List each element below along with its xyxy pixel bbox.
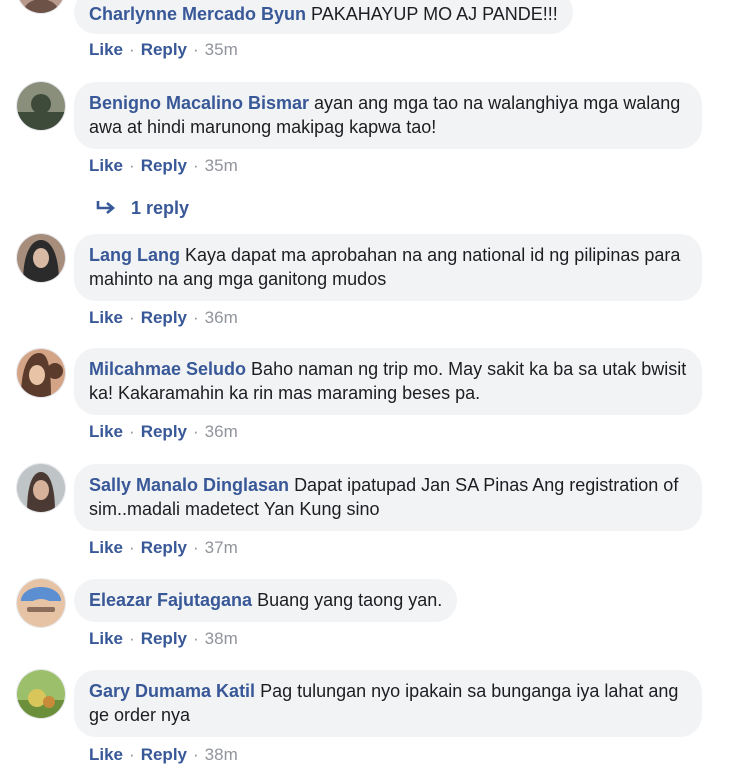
reply-button[interactable]: Reply: [141, 422, 187, 441]
comment-timestamp[interactable]: 35m: [205, 40, 238, 59]
reply-button[interactable]: Reply: [141, 538, 187, 557]
reply-button[interactable]: Reply: [141, 629, 187, 648]
comment-actions: Like · Reply · 36m: [89, 308, 238, 328]
like-button[interactable]: Like: [89, 156, 123, 175]
comment-bubble: Lang Lang Kaya dapat ma aprobahan na ang …: [74, 234, 702, 301]
comment-author[interactable]: Eleazar Fajutagana: [89, 590, 252, 610]
separator: ·: [129, 422, 135, 441]
reply-arrow-icon: [95, 199, 117, 222]
comment-bubble: Benigno Macalino Bismar ayan ang mga tao …: [74, 82, 702, 149]
comment-timestamp[interactable]: 35m: [205, 156, 238, 175]
separator: ·: [129, 156, 135, 175]
comment-actions: Like · Reply · 35m: [89, 156, 238, 176]
comment-author[interactable]: Charlynne Mercado Byun: [89, 4, 306, 24]
separator: ·: [129, 538, 135, 557]
like-button[interactable]: Like: [89, 422, 123, 441]
comment-actions: Like · Reply · 38m: [89, 629, 238, 649]
like-button[interactable]: Like: [89, 745, 123, 764]
separator: ·: [129, 745, 135, 764]
comment-timestamp[interactable]: 38m: [205, 745, 238, 764]
comment-timestamp[interactable]: 36m: [205, 308, 238, 327]
separator: ·: [193, 629, 199, 648]
separator: ·: [193, 156, 199, 175]
comment-author[interactable]: Gary Dumama Katil: [89, 681, 255, 701]
separator: ·: [193, 422, 199, 441]
separator: ·: [193, 40, 199, 59]
separator: ·: [193, 538, 199, 557]
separator: ·: [129, 40, 135, 59]
avatar[interactable]: [16, 233, 66, 283]
reply-button[interactable]: Reply: [141, 745, 187, 764]
comment-bubble: Charlynne Mercado Byun PAKAHAYUP MO AJ PA…: [74, 0, 573, 34]
separator: ·: [129, 629, 135, 648]
comment-bubble: Gary Dumama Katil Pag tulungan nyo ipakai…: [74, 670, 702, 737]
comment-bubble: Sally Manalo Dinglasan Dapat ipatupad Jan…: [74, 464, 702, 531]
avatar[interactable]: [16, 669, 66, 719]
avatar[interactable]: [16, 81, 66, 131]
comment-timestamp[interactable]: 38m: [205, 629, 238, 648]
view-replies-link[interactable]: 1 reply: [95, 197, 189, 222]
avatar[interactable]: [16, 578, 66, 628]
like-button[interactable]: Like: [89, 538, 123, 557]
view-replies-label[interactable]: 1 reply: [131, 198, 189, 218]
reply-button[interactable]: Reply: [141, 40, 187, 59]
comment-author[interactable]: Benigno Macalino Bismar: [89, 93, 309, 113]
avatar[interactable]: [16, 348, 66, 398]
comment-timestamp[interactable]: 36m: [205, 422, 238, 441]
comment-author[interactable]: Sally Manalo Dinglasan: [89, 475, 289, 495]
comment-timestamp[interactable]: 37m: [205, 538, 238, 557]
like-button[interactable]: Like: [89, 629, 123, 648]
reply-button[interactable]: Reply: [141, 156, 187, 175]
avatar[interactable]: [16, 463, 66, 513]
comment-text: Buang yang taong yan.: [257, 590, 443, 610]
comment-actions: Like · Reply · 36m: [89, 422, 238, 442]
comment-author[interactable]: Milcahmae Seludo: [89, 359, 246, 379]
comment-actions: Like · Reply · 37m: [89, 538, 238, 558]
separator: ·: [129, 308, 135, 327]
separator: ·: [193, 745, 199, 764]
comment-bubble: Eleazar Fajutagana Buang yang taong yan.: [74, 579, 458, 622]
avatar[interactable]: [16, 0, 66, 14]
comment-actions: Like · Reply · 35m: [89, 40, 238, 60]
comment-text: PAKAHAYUP MO AJ PANDE!!!: [311, 4, 558, 24]
like-button[interactable]: Like: [89, 40, 123, 59]
comment-actions: Like · Reply · 38m: [89, 745, 238, 765]
like-button[interactable]: Like: [89, 308, 123, 327]
comment-author[interactable]: Lang Lang: [89, 245, 180, 265]
separator: ·: [193, 308, 199, 327]
reply-button[interactable]: Reply: [141, 308, 187, 327]
comment-bubble: Milcahmae Seludo Baho naman ng trip mo. M…: [74, 348, 702, 415]
